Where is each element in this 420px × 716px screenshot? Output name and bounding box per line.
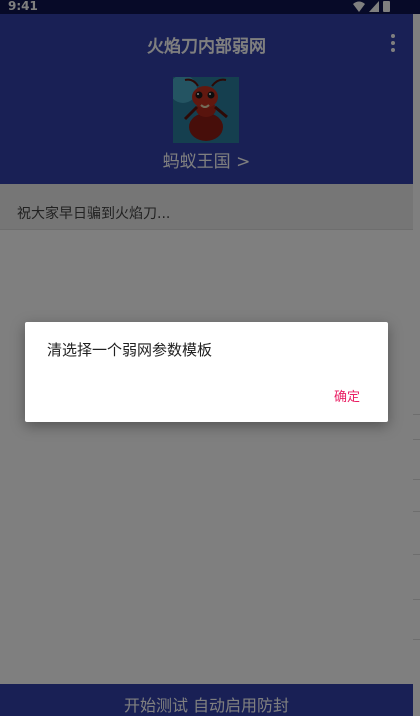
confirm-button[interactable]: 确定 xyxy=(334,386,360,405)
template-dialog: 清选择一个弱网参数模板 确定 xyxy=(25,322,388,422)
dialog-message: 清选择一个弱网参数模板 xyxy=(47,341,213,359)
